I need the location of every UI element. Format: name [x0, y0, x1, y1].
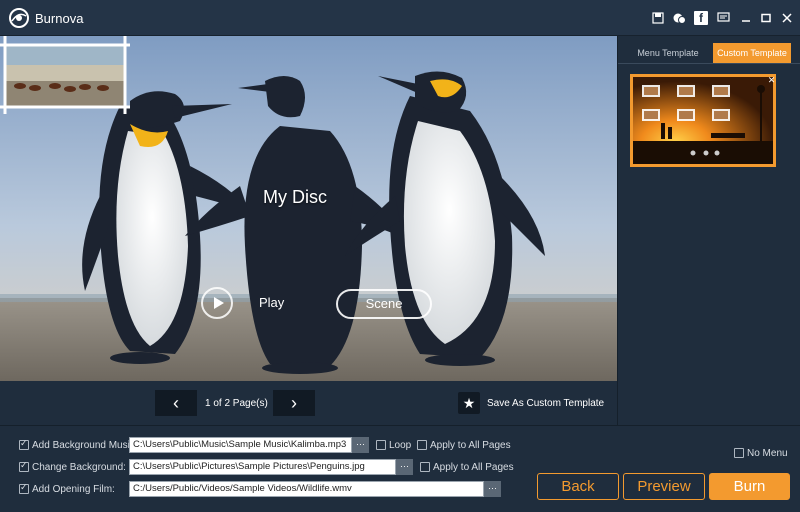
opening-film-path-input[interactable]: C:/Users/Public/Videos/Sample Videos/Wil… — [129, 481, 484, 497]
play-button[interactable] — [201, 287, 233, 319]
message-icon[interactable] — [716, 11, 730, 25]
music-apply-all-checkbox[interactable] — [417, 440, 427, 450]
tab-divider — [618, 63, 800, 64]
custom-template-thumbnail[interactable] — [630, 74, 776, 167]
disc-thumbnail[interactable] — [0, 36, 130, 114]
feedback-icon[interactable] — [672, 11, 686, 25]
chevron-left-icon: ‹ — [173, 392, 179, 413]
page-navigator: ‹ 1 of 2 Page(s) › ★ Save As Custom Temp… — [0, 381, 617, 425]
maximize-icon[interactable] — [759, 11, 773, 25]
change-background-checkbox[interactable] — [19, 460, 29, 472]
previous-page-button[interactable]: ‹ — [155, 390, 197, 416]
save-as-custom-template-button[interactable]: Save As Custom Template — [487, 398, 604, 409]
opening-film-checkbox[interactable] — [19, 482, 29, 494]
background-music-label: Add Background Music: — [32, 440, 138, 451]
template-panel: Menu Template Custom Template ✕ — [617, 36, 800, 425]
next-page-button[interactable]: › — [273, 390, 315, 416]
menu-preview: My Disc Play Scene — [0, 36, 617, 381]
loop-checkbox[interactable] — [376, 440, 386, 450]
page-indicator: 1 of 2 Page(s) — [205, 398, 268, 409]
no-menu-checkbox[interactable] — [734, 448, 744, 458]
chevron-right-icon: › — [291, 392, 297, 413]
no-menu-label: No Menu — [747, 448, 788, 459]
change-background-label: Change Background: — [32, 462, 126, 473]
burn-button[interactable]: Burn — [709, 473, 790, 500]
background-path-input[interactable]: C:\Users\Public\Pictures\Sample Pictures… — [129, 459, 396, 475]
background-music-path-input[interactable]: C:\Users\Public\Music\Sample Music\Kalim… — [129, 437, 352, 453]
facebook-icon[interactable]: f — [694, 11, 708, 25]
back-button[interactable]: Back — [537, 473, 619, 500]
play-icon — [213, 297, 224, 309]
background-apply-all-checkbox[interactable] — [420, 462, 430, 472]
opening-film-label: Add Opening Film: — [32, 484, 115, 495]
disc-title[interactable]: My Disc — [230, 187, 360, 208]
background-music-browse-button[interactable]: ··· — [352, 437, 369, 453]
background-music-checkbox[interactable] — [19, 438, 29, 450]
burnova-logo-icon — [9, 8, 29, 28]
background-browse-button[interactable]: ··· — [396, 459, 413, 475]
scene-button[interactable]: Scene — [336, 289, 432, 319]
title-bar: Burnova f — [0, 0, 800, 36]
opening-film-browse-button[interactable]: ··· — [484, 481, 501, 497]
close-icon[interactable]: ✕ — [767, 76, 776, 85]
tab-custom-template[interactable]: Custom Template — [713, 43, 791, 63]
music-apply-all-label: Apply to All Pages — [430, 440, 511, 451]
tab-menu-template[interactable]: Menu Template — [626, 43, 710, 63]
background-apply-all-label: Apply to All Pages — [433, 462, 514, 473]
minimize-icon[interactable] — [739, 11, 753, 25]
preview-button[interactable]: Preview — [623, 473, 705, 500]
close-icon[interactable] — [780, 11, 794, 25]
sunset-template-preview — [633, 77, 773, 164]
save-icon[interactable] — [651, 11, 665, 25]
app-title: Burnova — [35, 11, 84, 26]
star-icon[interactable]: ★ — [458, 392, 480, 414]
loop-label: Loop — [389, 440, 412, 451]
play-label[interactable]: Play — [259, 295, 284, 310]
